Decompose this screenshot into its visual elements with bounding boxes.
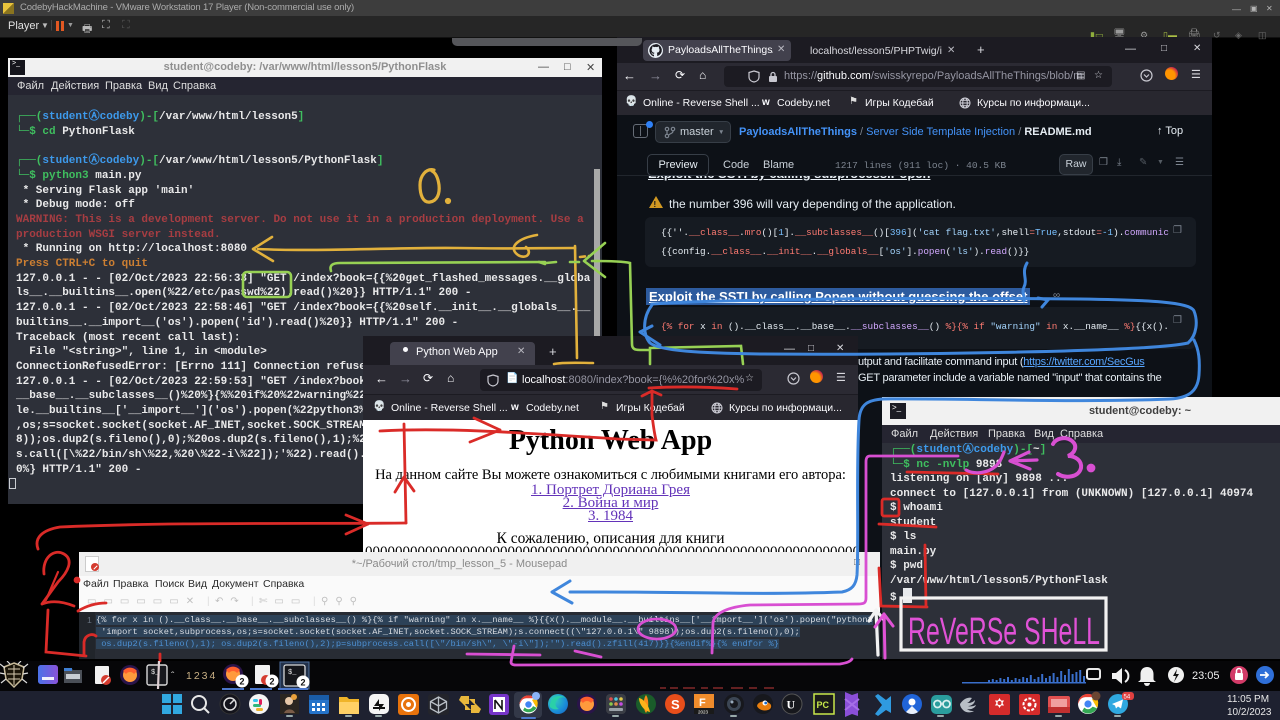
- svg-text:ReVeRSe SHeLL: ReVeRSe SHeLL: [908, 611, 1100, 653]
